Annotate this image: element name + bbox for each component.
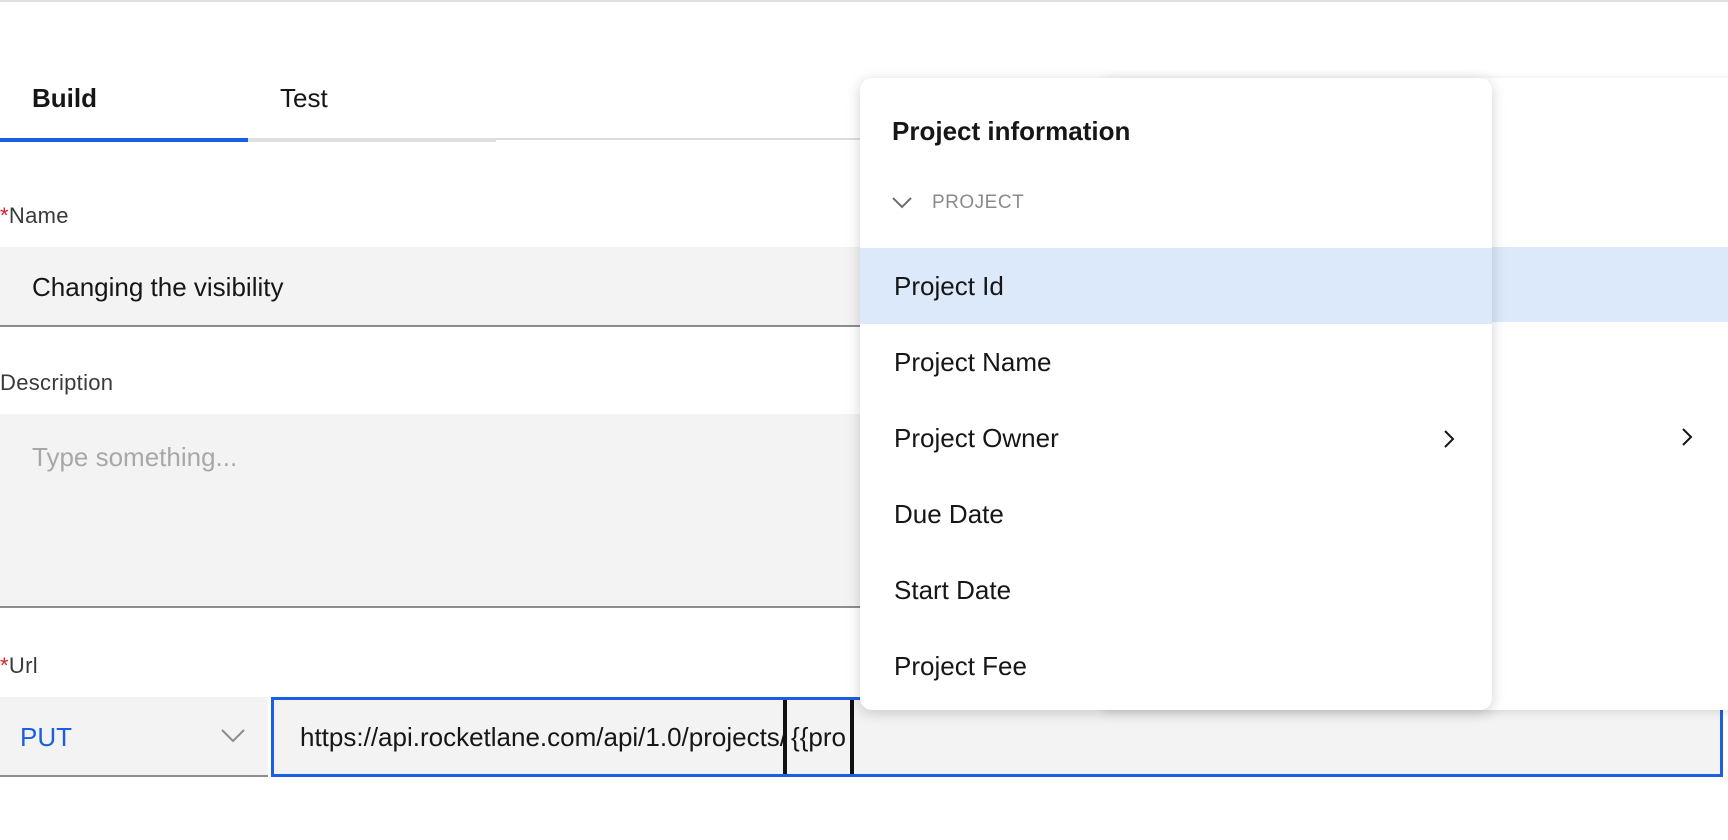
name-label-text: Name — [8, 203, 69, 228]
variable-dropdown: Project information PROJECT Project Id P… — [860, 78, 1492, 710]
top-divider — [0, 0, 1728, 2]
menu-item-project-id[interactable]: Project Id — [860, 248, 1492, 324]
menu-item-label: Due Date — [894, 499, 1004, 529]
dropdown-menu: Project Id Project Name Project Owner Du… — [860, 248, 1492, 704]
url-token: {{pro — [783, 700, 854, 774]
description-label: Description — [0, 370, 114, 395]
url-label-text: Url — [8, 653, 38, 678]
menu-item-project-owner[interactable]: Project Owner — [860, 400, 1492, 476]
menu-item-label: Project Name — [894, 347, 1052, 377]
tab-test[interactable]: Test — [248, 70, 496, 142]
menu-item-start-date[interactable]: Start Date — [860, 552, 1492, 628]
tab-active-indicator — [0, 138, 248, 142]
method-value: PUT — [20, 722, 72, 752]
chevron-right-icon[interactable] — [1680, 426, 1694, 448]
menu-item-due-date[interactable]: Due Date — [860, 476, 1492, 552]
tab-test-label: Test — [280, 83, 328, 113]
group-label: PROJECT — [932, 192, 1025, 213]
url-label: *Url — [0, 653, 38, 679]
menu-item-project-fee[interactable]: Project Fee — [860, 628, 1492, 704]
name-label: *Name — [0, 203, 69, 229]
required-marker: * — [0, 653, 9, 678]
tab-bar: Build Test — [0, 70, 900, 142]
description-field[interactable]: Type something... — [0, 414, 900, 608]
name-field[interactable]: Changing the visibility — [0, 247, 900, 327]
chevron-down-icon — [221, 729, 245, 743]
menu-item-label: Start Date — [894, 575, 1012, 605]
required-marker: * — [0, 203, 9, 228]
description-placeholder: Type something... — [32, 442, 238, 472]
tab-build-label: Build — [32, 83, 97, 113]
tab-inactive-indicator — [248, 138, 496, 142]
menu-item-label: Project Fee — [894, 651, 1027, 681]
tab-build[interactable]: Build — [0, 70, 248, 142]
page: Build Test *Name Changing the visibility… — [0, 0, 1728, 840]
chevron-right-icon — [1444, 430, 1455, 448]
url-text: https://api.rocketlane.com/api/1.0/proje… — [300, 722, 788, 752]
group-header-project[interactable]: PROJECT — [890, 188, 1024, 218]
menu-item-project-name[interactable]: Project Name — [860, 324, 1492, 400]
dropdown-title: Project information — [892, 116, 1131, 146]
menu-item-label: Project Owner — [894, 423, 1059, 453]
chevron-down-icon — [892, 197, 912, 209]
menu-item-label: Project Id — [894, 271, 1004, 301]
method-select[interactable]: PUT — [0, 697, 268, 777]
